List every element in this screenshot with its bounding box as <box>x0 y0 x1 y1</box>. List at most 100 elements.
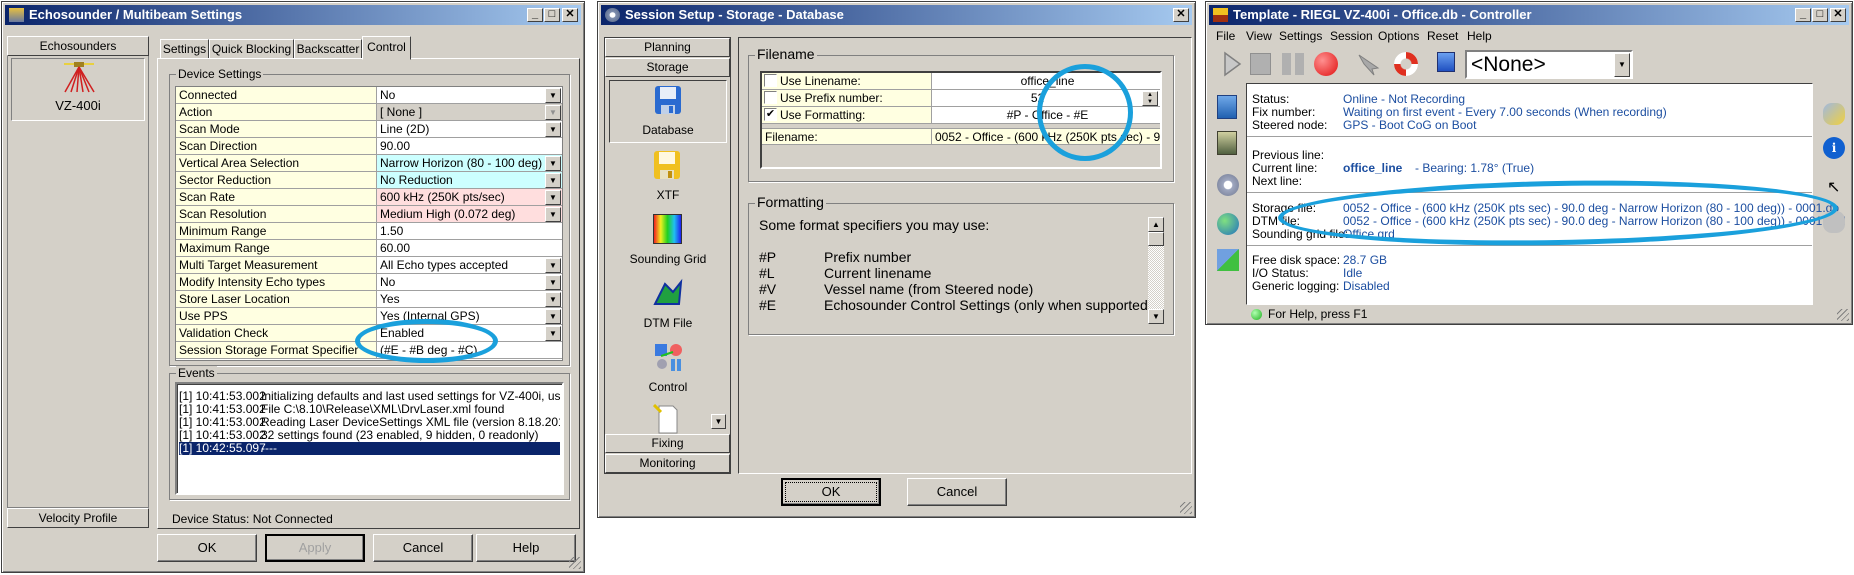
nav-item-control[interactable]: Control <box>609 340 727 400</box>
close-button[interactable]: ✕ <box>1173 8 1189 22</box>
stop-icon[interactable] <box>1250 53 1271 75</box>
nav-planning[interactable]: Planning <box>605 38 730 57</box>
nav-scroll-down-button[interactable]: ▼ <box>711 414 726 429</box>
tab-settings[interactable]: Settings <box>160 39 209 59</box>
nav-monitoring[interactable]: Monitoring <box>605 454 730 473</box>
chevron-down-icon[interactable]: ▼ <box>545 190 561 205</box>
setting-value[interactable]: (#E - #B deg - #C) <box>377 342 562 358</box>
scroll-thumb[interactable] <box>1148 232 1164 246</box>
event-line[interactable]: [1] 10:41:53.002Initializing defaults an… <box>179 390 560 403</box>
prefix-value[interactable]: 52 <box>932 90 1140 106</box>
menu-session[interactable]: Session <box>1330 29 1373 43</box>
minimize-button[interactable]: _ <box>527 8 543 22</box>
scroll-down-button[interactable]: ▼ <box>1148 309 1164 324</box>
maximize-button[interactable]: □ <box>1812 8 1828 22</box>
prefix-spin-button[interactable]: ▲ ▼ <box>1142 91 1158 106</box>
pause-icon[interactable] <box>1282 53 1304 75</box>
chevron-down-icon[interactable]: ▼ <box>545 309 561 324</box>
record-icon[interactable] <box>1314 52 1338 76</box>
chevron-down-icon[interactable]: ▼ <box>545 88 561 103</box>
help-button[interactable]: Help <box>476 534 576 562</box>
chevron-down-icon[interactable]: ▼ <box>545 292 561 307</box>
chevron-down-icon[interactable]: ▼ <box>545 173 561 188</box>
cancel-button[interactable]: Cancel <box>373 534 473 562</box>
resize-grip[interactable] <box>1837 309 1849 321</box>
lifebuoy-icon[interactable] <box>1394 52 1418 76</box>
setting-value[interactable]: 60.00 <box>377 240 562 256</box>
chevron-down-icon[interactable]: ▼ <box>545 105 561 120</box>
node-combo[interactable]: <None> ▼ <box>1465 50 1633 79</box>
event-line[interactable]: [1] 10:42:55.097---- <box>179 442 560 455</box>
tab-backscatter[interactable]: Backscatter <box>294 39 362 59</box>
event-line[interactable]: [1] 10:41:53.00232 settings found (23 en… <box>179 429 560 442</box>
setting-value[interactable]: No <box>377 274 562 290</box>
ok-button[interactable]: OK <box>781 478 881 506</box>
title-bar[interactable]: Template - RIEGL VZ-400i - Office.db - C… <box>1209 5 1849 25</box>
close-button[interactable]: ✕ <box>562 8 578 22</box>
formatting-value[interactable]: #P - Office - #E <box>932 107 1160 123</box>
play-icon[interactable] <box>1222 51 1242 77</box>
nav-item-database[interactable]: Database <box>609 80 727 143</box>
maximize-button[interactable]: □ <box>544 8 560 22</box>
device-item-vz400i[interactable]: VZ-400i <box>11 58 145 121</box>
velocity-profile-button[interactable]: Velocity Profile <box>7 508 149 528</box>
nav-item-dtm-file[interactable]: DTM File <box>609 276 727 336</box>
apply-button[interactable]: Apply <box>265 534 365 562</box>
setting-value[interactable]: No <box>377 87 562 103</box>
setting-value[interactable]: Narrow Horizon (80 - 100 deg) <box>377 155 562 171</box>
setting-value[interactable]: Yes <box>377 291 562 307</box>
chevron-down-icon[interactable]: ▼ <box>545 326 561 341</box>
event-line[interactable]: [1] 10:41:53.002File C:\8.10\Release\XML… <box>179 403 560 416</box>
chevron-down-icon[interactable]: ▼ <box>545 122 561 137</box>
chevron-down-icon[interactable]: ▼ <box>545 156 561 171</box>
nav-storage[interactable]: Storage <box>605 58 730 77</box>
chevron-down-icon[interactable]: ▼ <box>545 275 561 290</box>
calculator-icon[interactable] <box>1217 95 1237 119</box>
resize-grip[interactable] <box>1180 502 1192 514</box>
nav-item-xtf[interactable]: XTF <box>609 148 727 208</box>
menu-reset[interactable]: Reset <box>1427 29 1458 43</box>
setting-value[interactable]: Medium High (0.072 deg) <box>377 206 562 222</box>
nav-fixing[interactable]: Fixing <box>605 434 730 453</box>
use-formatting-checkbox[interactable]: ✔ <box>764 108 777 121</box>
resize-grip[interactable] <box>569 557 581 569</box>
tab-control[interactable]: Control <box>362 36 411 60</box>
satellite-icon[interactable] <box>1823 103 1845 125</box>
menu-settings[interactable]: Settings <box>1279 29 1322 43</box>
arrow-icon[interactable] <box>1356 52 1382 76</box>
ok-button[interactable]: OK <box>157 534 257 562</box>
setting-value[interactable]: All Echo types accepted <box>377 257 562 273</box>
setting-value[interactable]: Line (2D) <box>377 121 562 137</box>
formatting-scrollbar[interactable]: ▲ ▼ <box>1148 217 1164 324</box>
nav-item-sounding-grid[interactable]: Sounding Grid <box>609 212 727 272</box>
monitor-icon[interactable] <box>1437 52 1455 72</box>
device-check-icon[interactable] <box>1217 131 1237 155</box>
title-bar[interactable]: Session Setup - Storage - Database ✕ <box>601 5 1192 25</box>
use-prefix-checkbox[interactable] <box>764 91 777 104</box>
event-line[interactable]: [1] 10:41:53.002Reading Laser DeviceSett… <box>179 416 560 429</box>
chevron-down-icon[interactable]: ▼ <box>545 258 561 273</box>
setting-value[interactable]: Yes (Internal GPS) <box>377 308 562 324</box>
setting-value[interactable]: 600 kHz (250K pts/sec) <box>377 189 562 205</box>
menu-view[interactable]: View <box>1246 29 1272 43</box>
help-pointer-icon[interactable]: ↖ <box>1827 177 1843 197</box>
info-icon[interactable]: i <box>1823 137 1845 159</box>
setting-value[interactable]: [ None ] <box>377 104 562 120</box>
minimize-button[interactable]: _ <box>1795 8 1811 22</box>
menu-file[interactable]: File <box>1216 29 1235 43</box>
settings-gear-icon[interactable] <box>1217 174 1239 196</box>
tab-quick-blocking[interactable]: Quick Blocking <box>209 39 294 59</box>
title-bar[interactable]: Echosounder / Multibeam Settings _ □ ✕ <box>5 5 581 25</box>
setting-value[interactable]: No Reduction <box>377 172 562 188</box>
setting-value[interactable]: Enabled <box>377 325 562 341</box>
scroll-up-button[interactable]: ▲ <box>1148 217 1164 232</box>
chevron-down-icon[interactable]: ▼ <box>545 207 561 222</box>
menu-help[interactable]: Help <box>1467 29 1492 43</box>
setting-value[interactable]: 90.00 <box>377 138 562 154</box>
chevron-down-icon[interactable]: ▼ <box>1614 53 1630 77</box>
use-linename-checkbox[interactable] <box>764 74 777 87</box>
linename-value[interactable]: office_line <box>932 73 1160 89</box>
echosounders-header[interactable]: Echosounders <box>7 36 149 56</box>
setting-value[interactable]: 1.50 <box>377 223 562 239</box>
events-list[interactable]: [1] 10:41:53.002Initializing defaults an… <box>175 382 564 495</box>
